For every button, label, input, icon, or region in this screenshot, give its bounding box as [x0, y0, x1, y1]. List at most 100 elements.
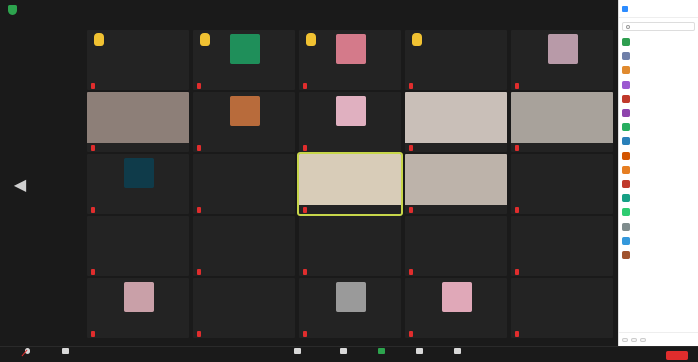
name-tag: [91, 206, 97, 213]
muted-microphone-icon: [197, 206, 201, 213]
name-tag: [197, 206, 203, 213]
participant-tile[interactable]: [193, 30, 295, 90]
participant-tile[interactable]: [299, 278, 401, 338]
muted-microphone-icon: [409, 206, 413, 213]
participant-tile[interactable]: [405, 30, 507, 90]
name-tag: [303, 268, 309, 275]
participant-tile[interactable]: [193, 154, 295, 214]
record-button[interactable]: [402, 348, 436, 362]
name-tag: [515, 144, 521, 151]
muted-microphone-icon: [197, 82, 201, 89]
avatar: [622, 94, 630, 103]
participant-tile[interactable]: [87, 92, 189, 152]
participant-row[interactable]: [622, 92, 695, 106]
muted-microphone-icon: [515, 268, 519, 275]
participant-tile[interactable]: [87, 30, 189, 90]
participant-tile[interactable]: [405, 216, 507, 276]
participant-row[interactable]: [622, 205, 695, 219]
participant-tile[interactable]: [299, 216, 401, 276]
more-button[interactable]: [640, 337, 646, 342]
muted-microphone-icon: [409, 144, 413, 151]
name-tag: [197, 82, 203, 89]
muted-microphone-icon: [91, 268, 95, 275]
unmute-button[interactable]: [10, 348, 44, 362]
reactions-icon: [453, 348, 461, 354]
muted-microphone-icon: [197, 144, 201, 151]
participant-tile[interactable]: [193, 216, 295, 276]
unmute-me-button[interactable]: [631, 337, 637, 342]
muted-microphone-icon: [197, 268, 201, 275]
profile-picture: [230, 96, 260, 126]
avatar: [622, 208, 630, 217]
participants-button[interactable]: [280, 348, 314, 362]
participant-row[interactable]: [622, 234, 695, 248]
start-video-button[interactable]: [48, 348, 82, 362]
profile-picture: [336, 282, 366, 312]
participant-row[interactable]: [622, 78, 695, 92]
participant-tile[interactable]: [511, 154, 613, 214]
participant-row[interactable]: [622, 149, 695, 163]
participant-row[interactable]: [622, 134, 695, 148]
profile-picture: [124, 282, 154, 312]
participant-tile[interactable]: [87, 216, 189, 276]
avatar: [622, 165, 630, 174]
participant-tile[interactable]: [193, 278, 295, 338]
participant-tile[interactable]: [405, 154, 507, 214]
chat-button[interactable]: [326, 348, 360, 362]
participant-row[interactable]: [622, 106, 695, 120]
muted-microphone-icon: [303, 268, 307, 275]
name-tag: [91, 330, 97, 337]
name-tag: [409, 82, 415, 89]
panel-footer: [619, 332, 698, 346]
participant-row[interactable]: [622, 120, 695, 134]
participant-row[interactable]: [622, 35, 695, 49]
search-input[interactable]: [622, 22, 695, 31]
participant-row[interactable]: [622, 177, 695, 191]
shield-icon[interactable]: [8, 5, 17, 15]
participant-tile[interactable]: [405, 92, 507, 152]
muted-microphone-icon: [409, 268, 413, 275]
avatar: [622, 179, 630, 188]
name-tag: [409, 330, 415, 337]
chat-icon: [339, 348, 347, 354]
muted-microphone-icon: [409, 82, 413, 89]
participant-tile[interactable]: [87, 154, 189, 214]
participant-tile[interactable]: [511, 216, 613, 276]
participant-tile[interactable]: [405, 278, 507, 338]
participant-tile[interactable]: [193, 92, 295, 152]
avatar: [622, 109, 630, 118]
name-tag: [91, 268, 97, 275]
name-tag: [197, 144, 203, 151]
avatar: [622, 236, 630, 245]
avatar: [622, 80, 630, 89]
leave-button[interactable]: [666, 351, 688, 360]
share-screen-button[interactable]: [364, 348, 398, 362]
participant-tile[interactable]: [511, 92, 613, 152]
muted-microphone-icon: [303, 82, 307, 89]
participant-tile[interactable]: [297, 152, 403, 216]
participant-tile[interactable]: [511, 30, 613, 90]
participant-tile[interactable]: [299, 92, 401, 152]
window-icon: [622, 5, 628, 12]
participant-row[interactable]: [622, 219, 695, 233]
profile-picture: [230, 34, 260, 64]
avatar: [622, 194, 630, 203]
participant-list: [619, 35, 698, 262]
muted-microphone-icon: [91, 330, 95, 337]
previous-page-button[interactable]: ◀: [12, 175, 28, 197]
reactions-button[interactable]: [440, 348, 474, 362]
avatar: [622, 222, 630, 231]
search-icon: [626, 24, 630, 29]
participant-row[interactable]: [622, 63, 695, 77]
participant-tile[interactable]: [299, 30, 401, 90]
participant-row[interactable]: [622, 248, 695, 262]
invite-button[interactable]: [622, 337, 628, 342]
participant-tile[interactable]: [511, 278, 613, 338]
name-tag: [303, 206, 309, 213]
participant-tile[interactable]: [87, 278, 189, 338]
profile-picture: [336, 96, 366, 126]
panel-header: [619, 0, 698, 18]
participant-row[interactable]: [622, 163, 695, 177]
participant-row[interactable]: [622, 191, 695, 205]
participant-row[interactable]: [622, 49, 695, 63]
